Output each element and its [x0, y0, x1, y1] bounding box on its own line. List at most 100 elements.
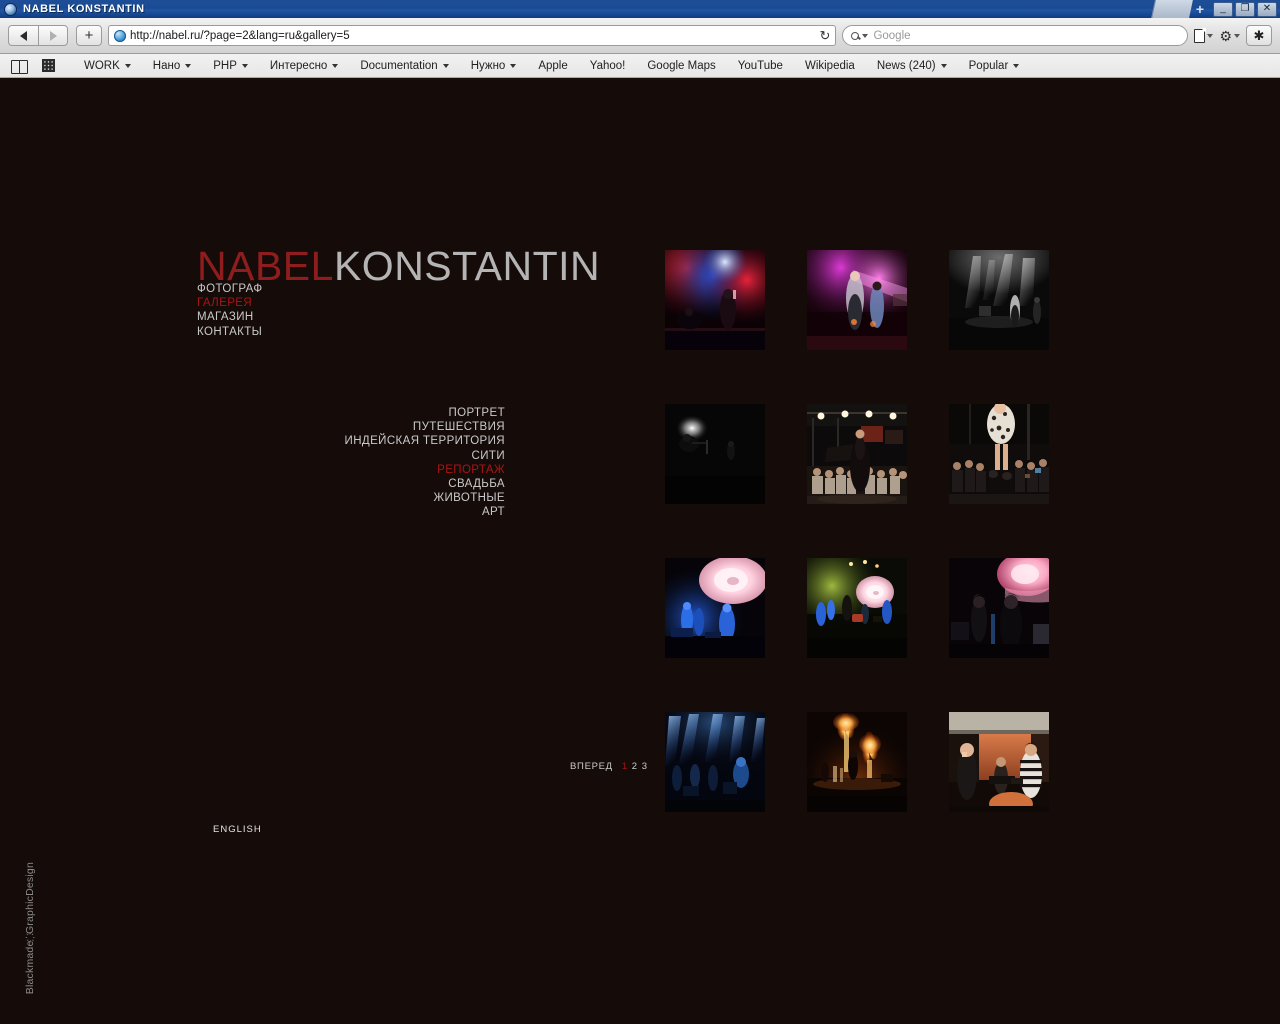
- nav-item-photographer[interactable]: ФОТОГРАФ: [197, 282, 263, 296]
- category-travel[interactable]: ПУТЕШЕСТВИЯ: [200, 420, 505, 434]
- gallery-thumbnail[interactable]: [949, 404, 1049, 504]
- search-input[interactable]: Google: [842, 25, 1189, 46]
- back-button[interactable]: [8, 25, 38, 46]
- chevron-down-icon: [124, 63, 131, 68]
- bookmark-label: Google Maps: [647, 59, 716, 72]
- category-animals[interactable]: ЖИВОТНЫЕ: [200, 491, 505, 505]
- bookmarks-bar: WORK Нано PHP Интересно Documentation Ну…: [0, 54, 1280, 78]
- chevron-down-icon[interactable]: [862, 33, 869, 38]
- page-3[interactable]: 3: [642, 761, 648, 772]
- category-navigation: ПОРТРЕТ ПУТЕШЕСТВИЯ ИНДЕЙСКАЯ ТЕРРИТОРИЯ…: [200, 406, 505, 520]
- window-titlebar: NABEL KONSTANTIN + _ ❐ ✕: [0, 0, 1280, 18]
- window-controls: _ ❐ ✕: [1213, 1, 1280, 17]
- restore-button[interactable]: ❐: [1235, 1, 1255, 17]
- thumbnail-image-8: [807, 558, 907, 658]
- bookmark-work[interactable]: WORK: [73, 54, 142, 78]
- category-art[interactable]: АРТ: [200, 505, 505, 519]
- pagination: ВПЕРЕД 1 2 3: [570, 761, 648, 772]
- bookmark-label: Нано: [152, 59, 181, 72]
- language-switch-english[interactable]: ENGLISH: [213, 824, 262, 835]
- page-menu-button[interactable]: [1194, 28, 1214, 43]
- bookmark-label: Wikipedia: [804, 59, 855, 72]
- category-city[interactable]: СИТИ: [200, 449, 505, 463]
- arrow-left-icon: [20, 30, 27, 41]
- page-1[interactable]: 1: [622, 761, 628, 772]
- close-button[interactable]: ✕: [1257, 1, 1277, 17]
- gallery-thumbnail[interactable]: [807, 404, 907, 504]
- category-indian-territory[interactable]: ИНДЕЙСКАЯ ТЕРРИТОРИЯ: [200, 434, 505, 448]
- bookmark-yahoo[interactable]: Yahoo!: [579, 54, 637, 78]
- bookmark-label: PHP: [213, 59, 237, 72]
- address-bar[interactable]: http://nabel.ru/?page=2&lang=ru&gallery=…: [108, 25, 837, 46]
- show-all-bookmarks-icon[interactable]: [11, 59, 28, 74]
- bookmark-label: Нужно: [470, 59, 506, 72]
- bookmark-label: YouTube: [737, 59, 783, 72]
- tab-active[interactable]: [1151, 0, 1193, 18]
- bookmark-nano[interactable]: Нано: [142, 54, 202, 78]
- thumbnail-image-7: [665, 558, 765, 658]
- bookmark-php[interactable]: PHP: [202, 54, 259, 78]
- gallery-thumbnail[interactable]: [949, 250, 1049, 350]
- gallery-thumbnail[interactable]: [665, 712, 765, 812]
- thumbnail-image-10: [665, 712, 765, 812]
- bookmark-documentation[interactable]: Documentation: [349, 54, 459, 78]
- site-logo[interactable]: NABELKONSTANTIN: [197, 246, 600, 287]
- bookmark-interesno[interactable]: Интересно: [259, 54, 349, 78]
- thumbnail-image-4: [665, 404, 765, 504]
- site-credit[interactable]: Blackmade ҉ GraphicDesign: [24, 862, 36, 994]
- chevron-down-icon: [241, 63, 248, 68]
- pagination-next-label[interactable]: ВПЕРЕД: [570, 761, 613, 772]
- category-reportage[interactable]: РЕПОРТАЖ: [200, 463, 505, 477]
- gallery-thumbnail[interactable]: [665, 250, 765, 350]
- browser-toolbar: + http://nabel.ru/?page=2&lang=ru&galler…: [0, 18, 1280, 54]
- chevron-down-icon: [1234, 33, 1240, 38]
- thumbnail-image-11: [807, 712, 907, 812]
- globe-icon: [114, 29, 126, 42]
- bookmark-apple[interactable]: Apple: [527, 54, 578, 78]
- minimize-button[interactable]: _: [1213, 1, 1233, 17]
- bookmark-label: WORK: [84, 59, 120, 72]
- arrow-right-icon: [49, 30, 57, 41]
- bookmark-nuzhno[interactable]: Нужно: [460, 54, 528, 78]
- chevron-down-icon: [1013, 63, 1020, 68]
- bookmark-label: News (240): [876, 59, 936, 72]
- logo-second-word: KONSTANTIN: [333, 243, 601, 289]
- thumbnail-image-2: [807, 250, 907, 350]
- report-bug-button[interactable]: ✱: [1246, 25, 1272, 46]
- bookmark-google-maps[interactable]: Google Maps: [636, 54, 726, 78]
- gallery-thumbnail[interactable]: [807, 250, 907, 350]
- window-title: NABEL KONSTANTIN: [23, 3, 145, 15]
- bookmark-wikipedia[interactable]: Wikipedia: [794, 54, 866, 78]
- forward-button[interactable]: [38, 25, 68, 46]
- gallery-thumbnail[interactable]: [949, 558, 1049, 658]
- gallery-grid: [665, 250, 1049, 812]
- category-portrait[interactable]: ПОРТРЕТ: [200, 406, 505, 420]
- gallery-thumbnail[interactable]: [665, 558, 765, 658]
- bookmark-label: Yahoo!: [589, 59, 626, 72]
- pagination-pages: 1 2 3: [622, 761, 648, 772]
- nav-item-shop[interactable]: МАГАЗИН: [197, 310, 263, 324]
- nav-item-contacts[interactable]: КОНТАКТЫ: [197, 325, 263, 339]
- nav-item-gallery[interactable]: ГАЛЕРЕЯ: [197, 296, 263, 310]
- bookmark-popular[interactable]: Popular: [958, 54, 1031, 78]
- bookmark-news[interactable]: News (240): [866, 54, 958, 78]
- reload-icon[interactable]: ↻: [820, 29, 831, 42]
- gear-icon: ⚙: [1219, 27, 1232, 44]
- category-wedding[interactable]: СВАДЬБА: [200, 477, 505, 491]
- gallery-thumbnail[interactable]: [665, 404, 765, 504]
- gallery-thumbnail[interactable]: [807, 712, 907, 812]
- main-navigation: ФОТОГРАФ ГАЛЕРЕЯ МАГАЗИН КОНТАКТЫ: [197, 282, 263, 339]
- webpage-content: NABELKONSTANTIN ФОТОГРАФ ГАЛЕРЕЯ МАГАЗИН…: [0, 78, 1280, 1024]
- settings-menu-button[interactable]: ⚙: [1219, 29, 1240, 43]
- gallery-thumbnail[interactable]: [949, 712, 1049, 812]
- page-2[interactable]: 2: [632, 761, 638, 772]
- tab-strip: +: [1151, 0, 1213, 18]
- chevron-down-icon: [510, 63, 517, 68]
- chevron-down-icon: [332, 63, 339, 68]
- add-bookmark-button[interactable]: +: [76, 25, 102, 46]
- top-sites-icon[interactable]: [42, 59, 55, 72]
- app-icon: [4, 2, 17, 16]
- gallery-thumbnail[interactable]: [807, 558, 907, 658]
- bookmark-youtube[interactable]: YouTube: [727, 54, 794, 78]
- bookmark-label: Popular: [968, 59, 1009, 72]
